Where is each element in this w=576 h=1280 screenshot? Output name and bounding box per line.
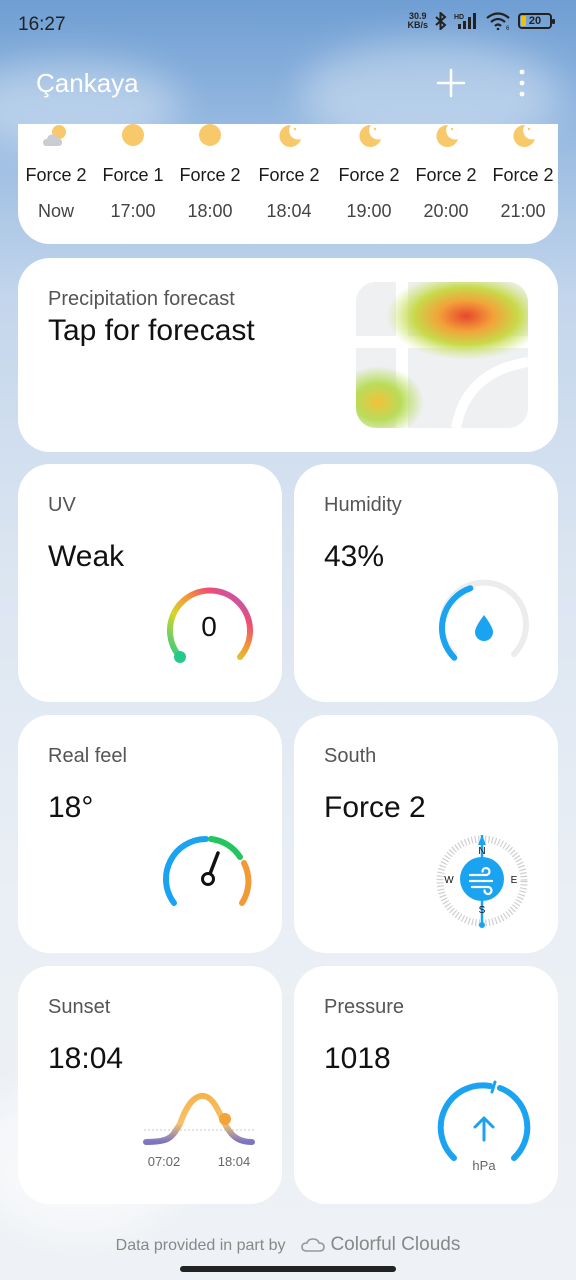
svg-text:HD: HD <box>454 14 464 21</box>
sun-path-graph: 07:02 18:04 <box>143 1093 256 1169</box>
real-feel-value: 18° <box>48 791 94 824</box>
hourly-time: 17:00 <box>110 201 156 221</box>
humidity-value: 43% <box>324 540 385 573</box>
real-feel-card[interactable]: Real feel 18° <box>18 715 282 953</box>
compass-south-label: S <box>479 905 486 916</box>
water-drop-icon <box>475 615 493 641</box>
sunny-icon <box>122 124 144 146</box>
hourly-wind-force: Force 1 <box>102 165 164 185</box>
wind-force-value: Force 2 <box>324 791 426 824</box>
precipitation-map-thumbnail[interactable] <box>356 282 528 428</box>
pressure-needle <box>490 1080 497 1094</box>
humidity-card[interactable]: Humidity 43% <box>294 464 558 702</box>
uv-label: UV <box>48 494 76 516</box>
wind-card[interactable]: South Force 2 N S E W <box>294 715 558 953</box>
precipitation-card[interactable]: Precipitation forecast Tap for forecast <box>18 258 558 452</box>
battery-level: 20 <box>528 15 542 27</box>
status-bar: 16:27 30.9 KB/s HD 6 20 <box>0 0 576 52</box>
battery-fill <box>521 16 527 26</box>
uv-gauge: 0 <box>167 587 253 663</box>
precipitation-value: Tap for forecast <box>48 314 255 347</box>
pressure-label: Pressure <box>324 996 405 1018</box>
sunset-label: Sunset <box>48 996 111 1018</box>
more-options-button[interactable] <box>508 64 536 102</box>
sunrise-time: 07:02 <box>148 1154 181 1169</box>
hourly-time: 21:00 <box>500 201 546 221</box>
clear-night-icon <box>279 124 301 147</box>
clear-night-icon <box>436 124 458 147</box>
wind-icon <box>460 857 504 901</box>
hourly-time: 18:04 <box>266 201 312 221</box>
bluetooth-icon <box>435 12 447 30</box>
svg-text:6: 6 <box>506 26 510 30</box>
status-time: 16:27 <box>18 14 66 35</box>
uv-card[interactable]: UV Weak 0 <box>18 464 282 702</box>
data-attribution: Data provided in part by Colorful Clouds <box>0 1234 576 1256</box>
network-speed-unit: KB/s <box>407 20 428 30</box>
hourly-time: 19:00 <box>346 201 392 221</box>
pressure-gauge: hPa <box>437 1080 531 1173</box>
precipitation-label: Precipitation forecast <box>48 288 235 310</box>
network-speed: 30.9 KB/s <box>407 12 428 30</box>
real-feel-label: Real feel <box>48 745 127 767</box>
humidity-label: Humidity <box>324 494 402 516</box>
arrow-up-icon <box>473 1116 495 1142</box>
hourly-wind-force: Force 2 <box>258 165 320 185</box>
attribution-prefix: Data provided in part by <box>115 1237 286 1254</box>
hourly-wind-force: Force 2 <box>338 165 400 185</box>
cloud-icon <box>301 1238 325 1252</box>
status-icons: 30.9 KB/s HD 6 20 <box>407 12 555 30</box>
add-city-button[interactable] <box>432 64 470 102</box>
sunset-time: 18:04 <box>218 1154 251 1169</box>
uv-index: 0 <box>201 611 217 642</box>
more-vertical-icon <box>519 69 525 97</box>
pressure-card[interactable]: Pressure 1018 hPa <box>294 966 558 1204</box>
hourly-time: Now <box>37 201 74 221</box>
compass-north-label: N <box>478 846 485 857</box>
hourly-time: 18:00 <box>187 201 233 221</box>
map-icon <box>356 282 528 428</box>
sunny-icon <box>199 124 221 146</box>
sun-position-marker <box>219 1113 231 1125</box>
home-indicator[interactable] <box>180 1266 396 1272</box>
hourly-wind-force: Force 2 <box>25 165 87 185</box>
plus-icon <box>436 68 466 98</box>
clear-night-icon <box>513 124 535 147</box>
humidity-gauge <box>439 579 529 661</box>
hourly-wind-force: Force 2 <box>415 165 477 185</box>
hourly-forecast-card[interactable]: Force 2 Now Force 1 17:00 Force 2 18:00 … <box>18 124 558 244</box>
pressure-value: 1018 <box>324 1042 391 1075</box>
compass-east-label: E <box>511 875 518 886</box>
sunset-card[interactable]: Sunset 18:04 07:02 18:04 <box>18 966 282 1204</box>
hourly-time: 20:00 <box>423 201 469 221</box>
hourly-wind-force: Force 2 <box>179 165 241 185</box>
hourly-wind-force: Force 2 <box>492 165 554 185</box>
real-feel-needle-pivot <box>201 872 215 886</box>
sunset-value: 18:04 <box>48 1042 124 1075</box>
clear-night-icon <box>359 124 381 147</box>
pressure-unit: hPa <box>472 1158 496 1173</box>
city-title[interactable]: Çankaya <box>36 68 139 99</box>
real-feel-gauge <box>163 836 252 906</box>
compass-west-label: W <box>444 875 454 886</box>
uv-value: Weak <box>48 540 125 573</box>
partly-cloudy-day-icon <box>43 125 66 146</box>
battery-icon: 20 <box>518 13 555 29</box>
humidity-gauge-fill <box>439 585 474 661</box>
cellular-signal-icon: HD <box>454 13 476 29</box>
wind-compass: N S E W <box>436 835 528 928</box>
attribution-brand[interactable]: Colorful Clouds <box>330 1234 460 1255</box>
header: Çankaya <box>0 52 576 112</box>
wifi-icon: 6 <box>486 12 510 30</box>
wind-direction-label: South <box>324 745 377 767</box>
